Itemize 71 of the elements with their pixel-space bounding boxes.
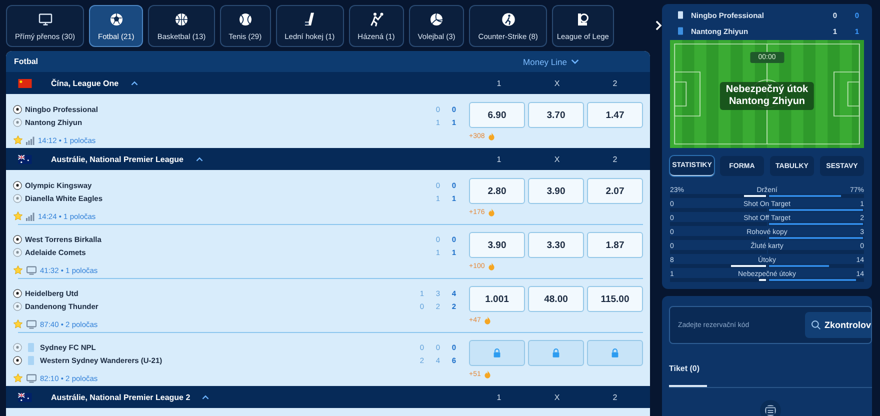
caret-icon	[571, 59, 579, 64]
chevron-up-icon[interactable]	[130, 80, 138, 86]
star-icon[interactable]	[13, 211, 23, 221]
odds-button[interactable]: 48.00	[528, 286, 584, 312]
monitor-icon[interactable]	[26, 320, 37, 328]
tennis-ball-icon	[238, 12, 253, 26]
odds-button[interactable]: 115.00	[587, 286, 643, 312]
column-header: 2	[612, 392, 618, 402]
player-icon	[368, 12, 384, 26]
star-icon[interactable]	[13, 319, 23, 329]
column-header: 1	[496, 154, 502, 164]
star-icon[interactable]	[13, 373, 23, 383]
basketball-icon	[174, 12, 189, 26]
star-icon[interactable]	[13, 265, 23, 275]
odds-button[interactable]	[469, 340, 525, 366]
ticket-list-icon	[760, 400, 781, 416]
league-header[interactable]: Austrálie, National Premier League 2 1 X 2	[6, 386, 650, 408]
flame-icon	[488, 262, 495, 271]
monitor-icon[interactable]	[26, 374, 37, 382]
league-header[interactable]: Čína, League One 1 X 2	[6, 72, 650, 94]
padlock-icon	[493, 348, 501, 358]
league-name: Austrálie, National Premier League	[51, 154, 184, 164]
ticket-tab[interactable]: Tiket (0)	[669, 354, 707, 387]
odds-button[interactable]: 1.87	[587, 232, 643, 258]
chevron-up-icon[interactable]	[196, 156, 202, 162]
chevron-up-icon[interactable]	[202, 394, 210, 400]
flame-icon	[484, 316, 491, 325]
flag-icon	[18, 154, 32, 164]
event-text: Nebezpečný útok Nantong Zhiyun	[720, 82, 814, 110]
column-header: 2	[612, 78, 618, 88]
volleyball-icon	[429, 12, 444, 26]
monitor-icon	[38, 12, 53, 26]
odds-button[interactable]: 2.07	[587, 178, 643, 204]
chevron-right-icon[interactable]	[655, 20, 662, 31]
odds-button[interactable]	[528, 340, 584, 366]
odds-button[interactable]: 1.47	[587, 102, 643, 128]
flame-icon	[488, 208, 495, 217]
flag-icon	[18, 78, 32, 88]
column-header: 1	[496, 78, 502, 88]
runner-icon	[500, 12, 516, 26]
odds-button[interactable]: 1.001	[469, 286, 525, 312]
padlock-icon	[611, 348, 619, 358]
search-icon	[810, 320, 820, 330]
monitor-icon[interactable]	[26, 266, 37, 274]
column-header: X	[553, 392, 561, 402]
market-dropdown[interactable]: Money Line	[517, 56, 585, 68]
league-name: Austrálie, National Premier League 2	[51, 392, 190, 402]
odds-button[interactable]	[587, 340, 643, 366]
flag-icon	[18, 392, 32, 402]
league-name: Čína, League One	[51, 78, 119, 88]
check-button[interactable]: Zkontrolov	[804, 312, 871, 338]
padlock-icon	[552, 348, 560, 358]
odds-button[interactable]: 3.90	[528, 178, 584, 204]
league-header[interactable]: Austrálie, National Premier League 1 X 2	[6, 148, 650, 170]
odds-button[interactable]: 3.30	[528, 232, 584, 258]
soccer-ball-icon	[108, 12, 124, 26]
signal-bars-icon[interactable]	[26, 212, 35, 220]
signal-bars-icon[interactable]	[26, 136, 35, 144]
star-icon[interactable]	[13, 135, 23, 145]
column-header: X	[553, 154, 561, 164]
column-header: 1	[496, 392, 502, 402]
odds-button[interactable]: 2.80	[469, 178, 525, 204]
odds-button[interactable]: 3.70	[528, 102, 584, 128]
column-header: 2	[612, 154, 618, 164]
emblem-icon	[575, 12, 590, 26]
odds-button[interactable]: 6.90	[469, 102, 525, 128]
flame-icon	[488, 132, 495, 141]
odds-button[interactable]: 3.90	[469, 232, 525, 258]
section-title: Fotbal	[14, 57, 39, 66]
flame-icon	[484, 370, 491, 379]
column-header: X	[553, 78, 561, 88]
